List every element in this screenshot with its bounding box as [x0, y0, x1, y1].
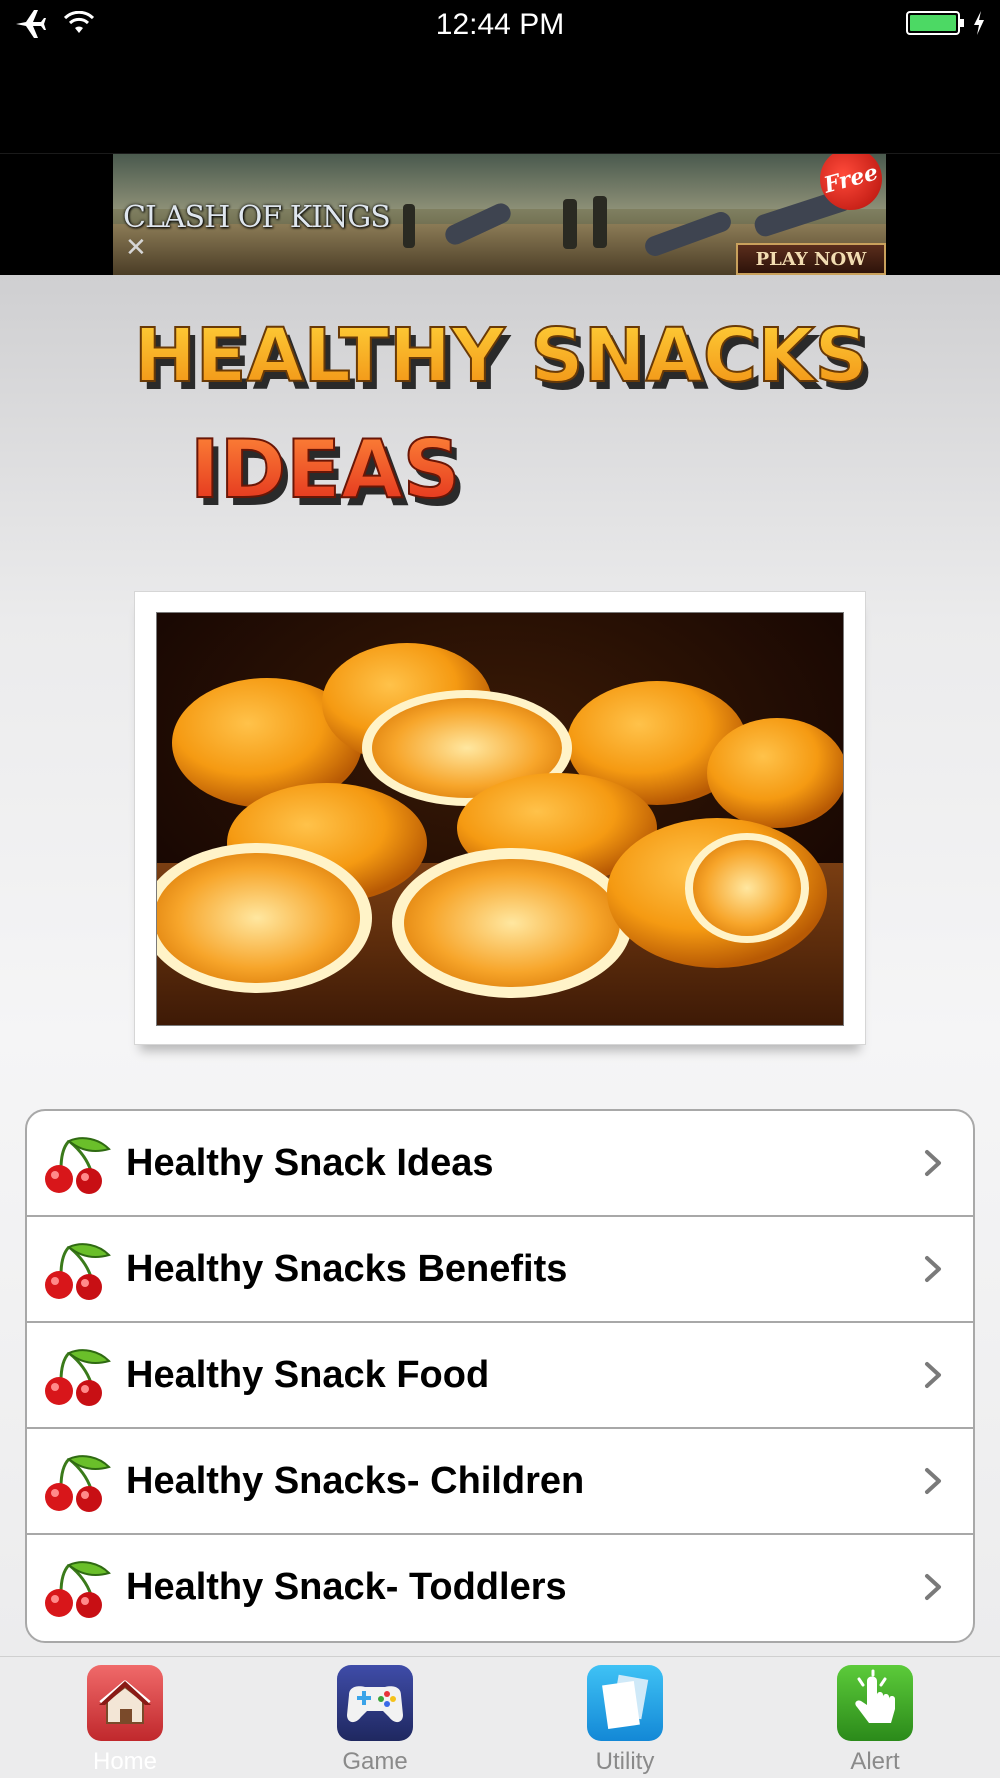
tab-alert[interactable]: Alert: [750, 1657, 1000, 1778]
tab-utility[interactable]: Utility: [500, 1657, 750, 1778]
hero-image-frame: [134, 591, 866, 1045]
tab-bar: Home Game Utility Alert: [0, 1656, 1000, 1778]
tab-game[interactable]: Game: [250, 1657, 500, 1778]
title-line1: HEALTHY SNACKS: [134, 313, 868, 399]
chevron-right-icon: [925, 1256, 941, 1282]
documents-icon: [587, 1665, 663, 1741]
menu-item-label: Healthy Snack Food: [126, 1354, 490, 1396]
menu-item-label: Healthy Snack Ideas: [126, 1142, 494, 1184]
tab-label: Utility: [595, 1748, 655, 1775]
oranges-image: [157, 613, 843, 1025]
menu-item-label: Healthy Snacks- Children: [126, 1460, 585, 1502]
main-content: HEALTHY SNACKS HEALTHY SNACKS IDEAS IDEA…: [0, 275, 1000, 1656]
app-title-logo: HEALTHY SNACKS HEALTHY SNACKS IDEAS IDEA…: [133, 312, 874, 524]
menu-item-healthy-snacks-children[interactable]: Healthy Snacks- Children: [27, 1429, 973, 1535]
ad-play-now-button[interactable]: PLAY NOW: [736, 243, 886, 275]
battery-icon: [906, 11, 964, 35]
ad-banner[interactable]: CLASH OF KINGS Free PLAY NOW ✕: [113, 154, 886, 275]
ad-strip: CLASH OF KINGS Free PLAY NOW ✕: [0, 154, 1000, 275]
title-line2: IDEAS: [190, 423, 460, 516]
menu-item-healthy-snack-ideas[interactable]: Healthy Snack Ideas: [27, 1111, 973, 1217]
navigation-bar: [0, 50, 1000, 154]
menu-item-healthy-snack-toddlers[interactable]: Healthy Snack- Toddlers: [27, 1535, 973, 1641]
tab-home[interactable]: Home: [0, 1657, 250, 1778]
cherry-icon: [45, 1349, 111, 1406]
chevron-right-icon: [925, 1150, 941, 1176]
status-right-icons: [906, 10, 986, 36]
chevron-right-icon: [925, 1362, 941, 1388]
menu-list: Healthy Snack Ideas Healthy Snacks Benef…: [25, 1109, 975, 1643]
home-icon: [87, 1665, 163, 1741]
charging-icon: [974, 11, 984, 35]
status-time: 12:44 PM: [435, 8, 565, 41]
ad-close-icon[interactable]: ✕: [125, 234, 147, 260]
menu-item-label: Healthy Snacks Benefits: [126, 1248, 568, 1290]
menu-item-healthy-snacks-benefits[interactable]: Healthy Snacks Benefits: [27, 1217, 973, 1323]
chevron-right-icon: [925, 1574, 941, 1600]
cherry-icon: [45, 1243, 111, 1300]
ad-soldier: [593, 196, 607, 248]
tab-label: Alert: [850, 1748, 900, 1775]
status-bar: 12:44 PM: [0, 0, 1000, 50]
ad-soldier: [563, 199, 577, 249]
ad-soldier: [403, 204, 415, 248]
pointing-hand-icon: [837, 1665, 913, 1741]
chevron-right-icon: [925, 1468, 941, 1494]
cherry-icon: [45, 1561, 111, 1618]
menu-item-healthy-snack-food[interactable]: Healthy Snack Food: [27, 1323, 973, 1429]
menu-item-label: Healthy Snack- Toddlers: [126, 1566, 567, 1608]
tab-label: Game: [342, 1748, 408, 1775]
hero-image: [156, 612, 844, 1026]
cherry-icon: [45, 1137, 111, 1194]
cherry-icon: [45, 1455, 111, 1512]
gamepad-icon: [337, 1665, 413, 1741]
tab-label: Home: [92, 1748, 158, 1775]
ad-logo: CLASH OF KINGS: [123, 200, 391, 235]
